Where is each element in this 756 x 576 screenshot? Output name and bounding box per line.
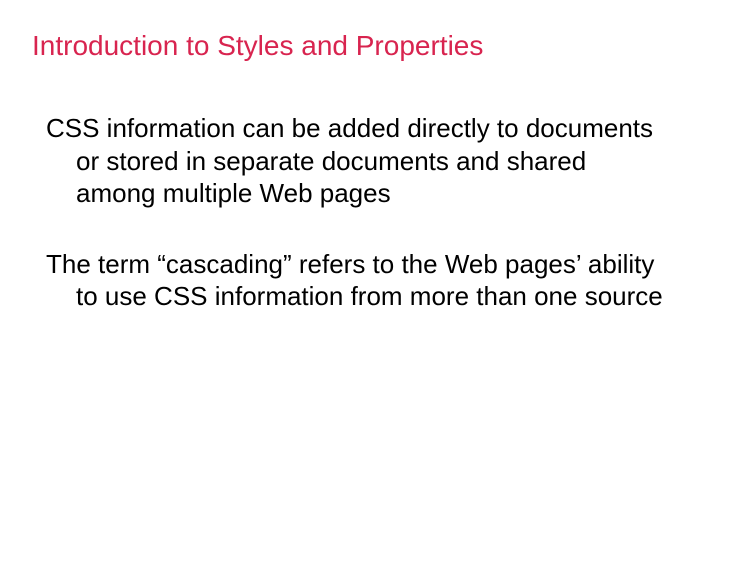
paragraph-1: CSS information can be added directly to… — [46, 112, 664, 210]
slide-body: CSS information can be added directly to… — [32, 112, 724, 313]
slide-container: Introduction to Styles and Properties CS… — [0, 0, 756, 576]
paragraph-2: The term “cascading” refers to the Web p… — [46, 248, 664, 313]
slide-title: Introduction to Styles and Properties — [32, 30, 724, 62]
